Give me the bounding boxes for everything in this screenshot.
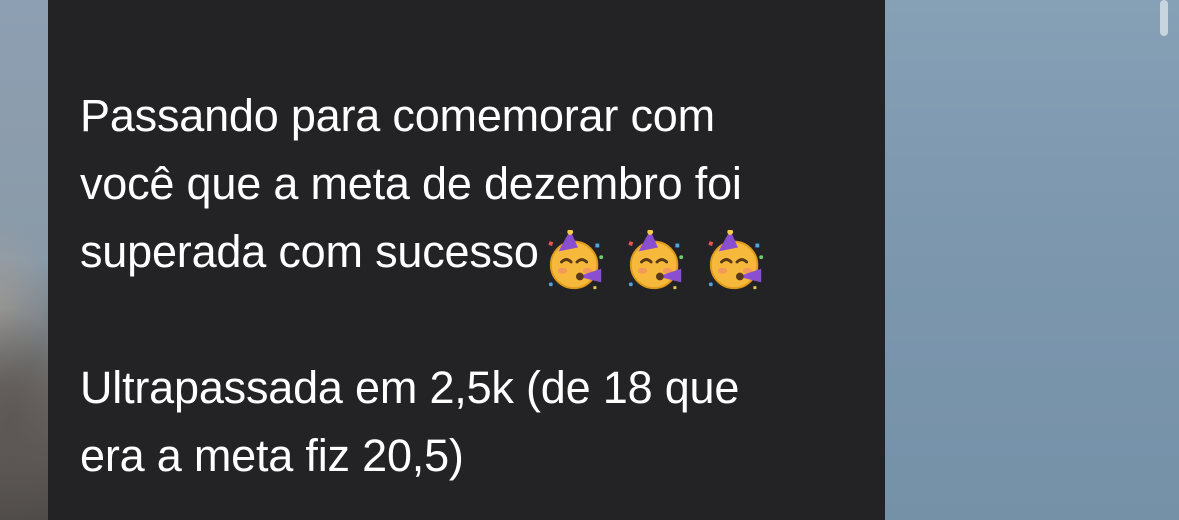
message-line: era a meta fiz 20,5): [80, 430, 464, 481]
partying-face-icon: [548, 230, 603, 290]
message-text: Passando para comemorar com você que a m…: [80, 82, 860, 490]
wallpaper-right: [885, 0, 1179, 520]
message-line: você que a meta de dezembro foi: [80, 158, 742, 209]
message-line: Ultrapassada em 2,5k (de 18 que: [80, 362, 740, 413]
message-line: Passando para comemorar com: [80, 90, 715, 141]
partying-face-icon: [708, 230, 764, 290]
message-line: superada com sucesso: [80, 218, 860, 290]
partying-face-icon: [628, 230, 684, 290]
emoji-row: [545, 224, 774, 292]
message-line-text: superada com sucesso: [80, 226, 539, 277]
message-bubble: Passando para comemorar com você que a m…: [48, 0, 885, 520]
wallpaper-left: [0, 0, 48, 520]
scrollbar[interactable]: [1160, 0, 1168, 36]
